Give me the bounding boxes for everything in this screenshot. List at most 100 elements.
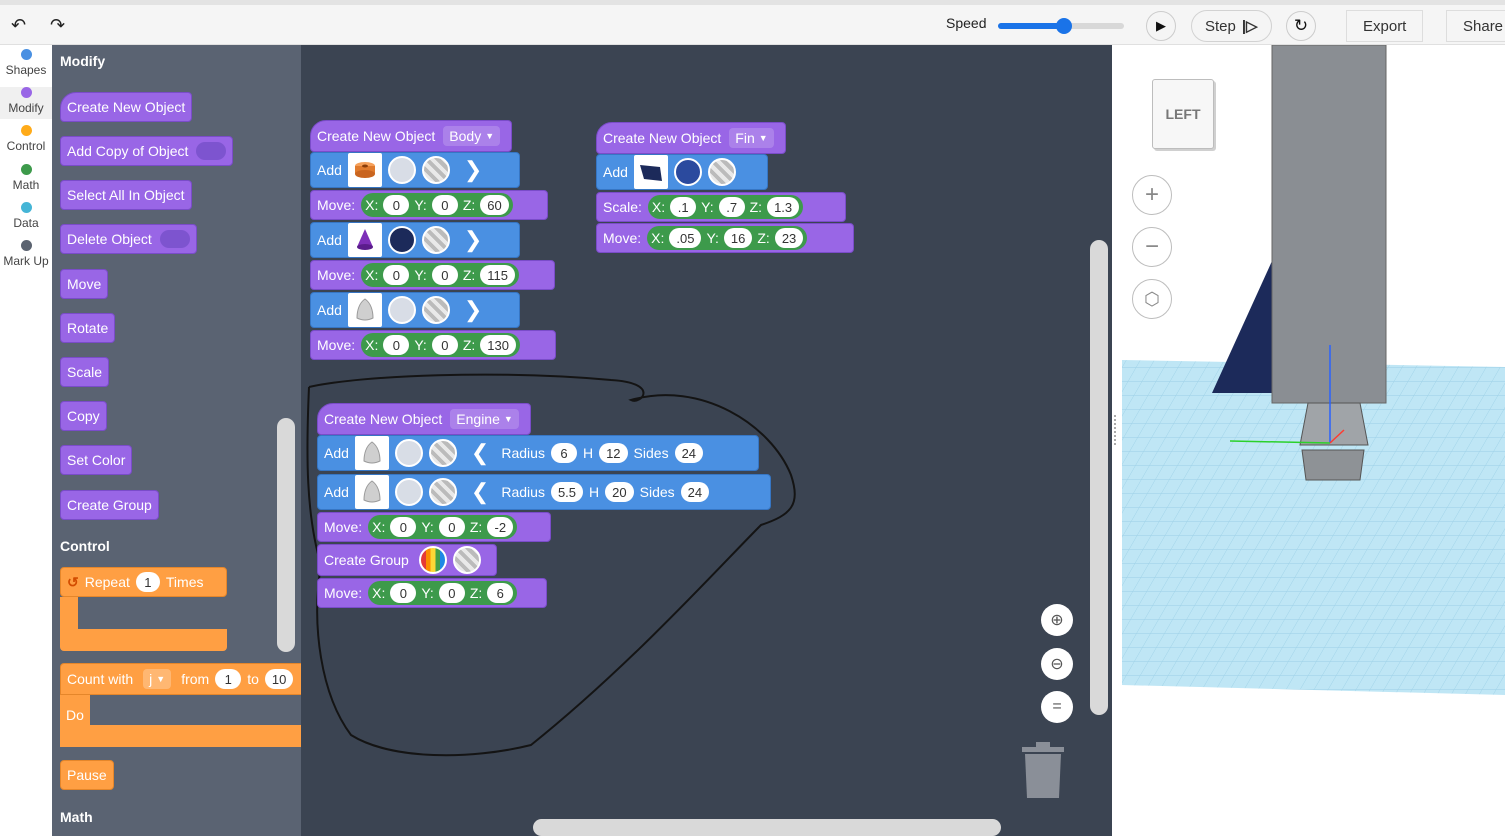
create-object-fin[interactable]: Create New Object Fin ▼ <box>596 122 786 154</box>
paraboloid-shape-icon[interactable] <box>347 293 382 327</box>
move-block-engine-1[interactable]: Move: X: 0 Y: 0 Z: -2 <box>317 512 551 542</box>
height-value[interactable]: 20 <box>605 482 634 502</box>
flyout-move[interactable]: Move <box>60 269 109 299</box>
flyout-scale[interactable]: Scale <box>60 357 110 387</box>
step-button[interactable]: Step |▷ <box>1191 10 1272 42</box>
color-swatch[interactable] <box>673 158 702 186</box>
cone-shape-icon[interactable] <box>347 223 382 257</box>
to-value[interactable]: 10 <box>264 669 294 689</box>
x-value[interactable]: 0 <box>390 517 417 537</box>
color-swatch[interactable] <box>387 226 416 254</box>
y-value[interactable]: 0 <box>438 583 465 603</box>
move-block-fin[interactable]: Move: X: .05 Y: 16 Z: 23 <box>596 223 854 253</box>
redo-icon[interactable]: ↷ <box>50 15 65 36</box>
flyout-create-new-object[interactable]: Create New Object <box>60 92 193 122</box>
flyout-set-color[interactable]: Set Color <box>60 445 133 475</box>
z-value[interactable]: 115 <box>480 265 516 285</box>
block-workspace[interactable]: Create New Object Body ▼ Add ❯ Move: X: 0 … <box>301 45 1112 836</box>
create-object-body[interactable]: Create New Object Body ▼ <box>310 120 512 152</box>
z-value[interactable]: 23 <box>774 228 804 248</box>
object-name-dropdown[interactable]: Body ▼ <box>443 126 501 146</box>
y-value[interactable]: 0 <box>431 195 458 215</box>
paraboloid-shape-icon[interactable] <box>354 436 389 470</box>
z-value[interactable]: 6 <box>487 583 514 603</box>
zoom-in-3d-icon[interactable]: + <box>1132 175 1172 215</box>
object-name-dropdown[interactable]: Fin ▼ <box>729 128 774 148</box>
flyout-pause[interactable]: Pause <box>60 760 114 790</box>
zoom-out-icon[interactable]: ⊖ <box>1041 648 1073 680</box>
paraboloid-shape-icon[interactable] <box>354 475 389 509</box>
share-button[interactable]: Share <box>1446 10 1505 42</box>
y-value[interactable]: 0 <box>431 335 458 355</box>
move-block-body-3[interactable]: Move: X: 0 Y: 0 Z: 130 <box>310 330 556 360</box>
color-swatch[interactable] <box>394 478 423 506</box>
x-value[interactable]: 0 <box>390 583 417 603</box>
flyout-delete-object[interactable]: Delete Object <box>60 224 197 254</box>
run-button[interactable]: ▶ <box>1146 11 1176 41</box>
reset-button[interactable]: ↻ <box>1286 11 1316 41</box>
3d-viewport[interactable]: LEFT <box>1112 45 1505 836</box>
move-block-body-1[interactable]: Move: X: 0 Y: 0 Z: 60 <box>310 190 548 220</box>
chevron-right-icon[interactable]: ❯ <box>464 297 482 323</box>
flyout-add-copy-of-object[interactable]: Add Copy of Object <box>60 136 234 166</box>
flyout-copy[interactable]: Copy <box>60 401 107 431</box>
z-value[interactable]: 130 <box>480 335 516 355</box>
hole-toggle[interactable] <box>428 478 457 506</box>
category-math[interactable]: Math <box>0 164 52 192</box>
view-cube[interactable]: LEFT <box>1152 79 1214 149</box>
color-swatch[interactable] <box>394 439 423 467</box>
zoom-in-icon[interactable]: ⊕ <box>1041 604 1073 636</box>
rainbow-color-swatch[interactable] <box>418 546 447 574</box>
x-value[interactable]: .05 <box>669 228 702 248</box>
category-data[interactable]: Data <box>0 202 52 230</box>
category-modify[interactable]: Modify <box>0 87 52 119</box>
hole-toggle[interactable] <box>421 156 450 184</box>
radius-value[interactable]: 5.5 <box>550 482 584 502</box>
scale-block-fin[interactable]: Scale: X: .1 Y: .7 Z: 1.3 <box>596 192 846 222</box>
from-value[interactable]: 1 <box>215 669 242 689</box>
radius-value[interactable]: 6 <box>550 443 577 463</box>
add-cylinder-block[interactable]: Add ❯ <box>310 152 520 188</box>
flyout-create-group[interactable]: Create Group <box>60 490 159 520</box>
hole-toggle[interactable] <box>428 439 457 467</box>
category-markup[interactable]: Mark Up <box>0 240 52 268</box>
zoom-out-3d-icon[interactable]: − <box>1132 227 1172 267</box>
sides-value[interactable]: 24 <box>680 482 710 502</box>
color-swatch[interactable] <box>387 156 416 184</box>
hole-toggle[interactable] <box>421 226 450 254</box>
add-cone-block[interactable]: Add ❯ <box>310 222 520 258</box>
cylinder-shape-icon[interactable] <box>347 153 382 187</box>
add-cone-engine-2[interactable]: Add ❮ Radius 5.5 H 20 Sides 24 <box>317 474 771 510</box>
workspace-horizontal-scrollbar[interactable] <box>533 819 1001 836</box>
export-button[interactable]: Export <box>1346 10 1424 42</box>
move-block-engine-2[interactable]: Move: X: 0 Y: 0 Z: 6 <box>317 578 547 608</box>
move-block-body-2[interactable]: Move: X: 0 Y: 0 Z: 115 <box>310 260 555 290</box>
x-value[interactable]: .1 <box>670 197 697 217</box>
hole-toggle[interactable] <box>452 546 481 574</box>
create-group-block[interactable]: Create Group <box>317 544 497 576</box>
flyout-scrollbar[interactable] <box>277 418 295 652</box>
category-shapes[interactable]: Shapes <box>0 49 52 77</box>
sides-value[interactable]: 24 <box>674 443 704 463</box>
empty-input-slot[interactable] <box>159 230 190 248</box>
flyout-repeat-block[interactable]: ↺ Repeat 1 Times <box>60 567 227 653</box>
chevron-right-icon[interactable]: ❯ <box>464 227 482 253</box>
home-view-cube-icon[interactable]: ⬡ <box>1132 279 1172 319</box>
z-value[interactable]: -2 <box>487 517 514 537</box>
y-value[interactable]: 16 <box>723 228 753 248</box>
flyout-select-all-in-object[interactable]: Select All In Object <box>60 180 192 210</box>
zoom-reset-icon[interactable]: = <box>1041 691 1073 723</box>
count-var-dropdown[interactable]: j ▼ <box>143 669 172 689</box>
trash-icon[interactable] <box>1021 741 1065 799</box>
x-value[interactable]: 0 <box>383 265 410 285</box>
repeat-count[interactable]: 1 <box>135 572 160 592</box>
x-value[interactable]: 0 <box>383 335 410 355</box>
height-value[interactable]: 12 <box>599 443 628 463</box>
z-value[interactable]: 60 <box>480 195 509 215</box>
chevron-right-icon[interactable]: ❯ <box>464 157 482 183</box>
workspace-vertical-scrollbar[interactable] <box>1090 240 1108 715</box>
undo-icon[interactable]: ↶ <box>11 15 26 36</box>
flyout-rotate[interactable]: Rotate <box>60 313 116 343</box>
empty-input-slot[interactable] <box>196 142 227 160</box>
speed-slider[interactable] <box>998 18 1124 34</box>
